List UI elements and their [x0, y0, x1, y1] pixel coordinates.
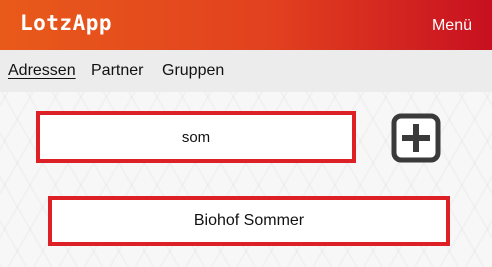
- tab-addresses[interactable]: Adressen: [8, 62, 76, 80]
- app-header: LotzApp Menü: [0, 0, 492, 50]
- search-input[interactable]: [40, 128, 352, 146]
- nav-bar: Adressen Partner Gruppen: [0, 50, 492, 92]
- plus-square-icon: [391, 113, 441, 163]
- search-box: [36, 111, 356, 163]
- result-item[interactable]: Biohof Sommer: [48, 196, 450, 246]
- add-button[interactable]: [391, 113, 441, 163]
- menu-button[interactable]: Menü: [432, 17, 472, 35]
- app-title: LotzApp: [20, 11, 113, 35]
- tab-groups[interactable]: Gruppen: [162, 62, 224, 80]
- tab-partner[interactable]: Partner: [91, 62, 143, 80]
